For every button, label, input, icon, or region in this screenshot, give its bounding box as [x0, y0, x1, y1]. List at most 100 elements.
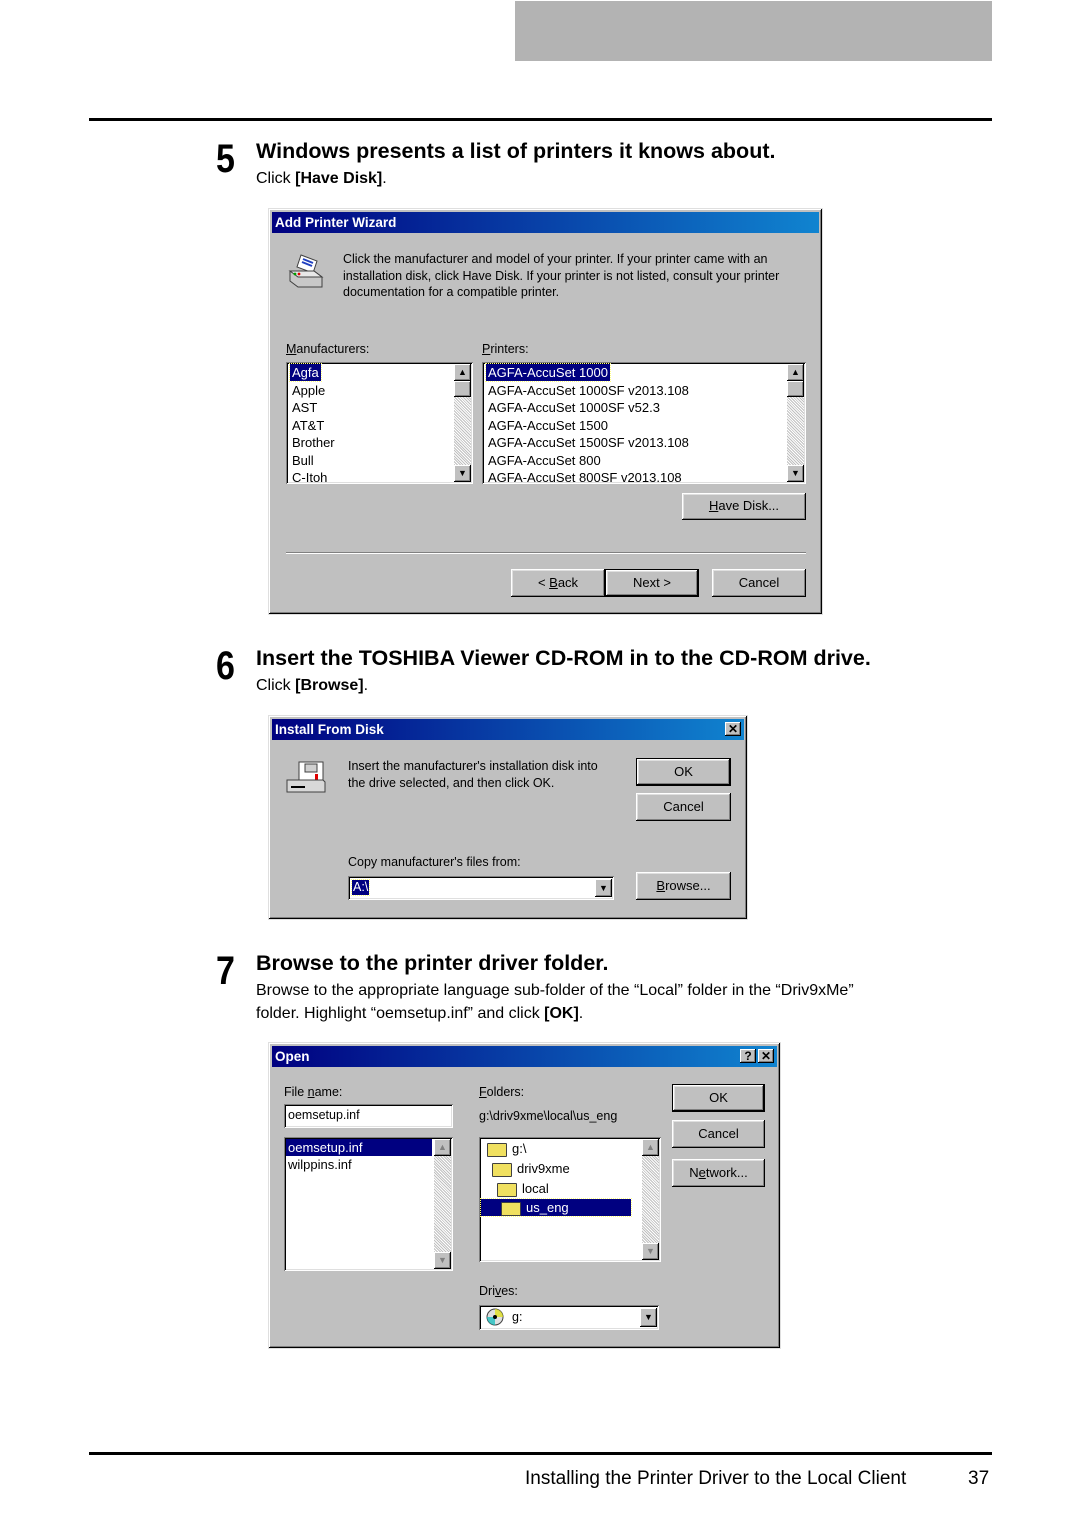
- list-item[interactable]: wilppins.inf: [286, 1156, 354, 1173]
- list-item[interactable]: AGFA-AccuSet 1500: [486, 417, 610, 434]
- instruction-button-ref: [Browse]: [295, 677, 364, 694]
- scroll-up-button[interactable]: ▲: [642, 1139, 659, 1156]
- accelerator: F: [479, 1085, 487, 1099]
- printers-label: Printers:: [482, 342, 529, 356]
- back-button[interactable]: < Back: [511, 569, 605, 597]
- scroll-down-button[interactable]: ▼: [434, 1252, 451, 1269]
- drives-label: Drives:: [479, 1284, 518, 1298]
- step-6-title: Insert the TOSHIBA Viewer CD-ROM in to t…: [256, 646, 871, 670]
- scroll-thumb[interactable]: [787, 381, 804, 397]
- browse-button[interactable]: Browse...: [636, 872, 731, 900]
- title-bar: Install From Disk ✕: [272, 719, 744, 740]
- scroll-up-button[interactable]: ▲: [787, 364, 804, 381]
- scrollbar[interactable]: ▲ ▼: [642, 1139, 659, 1260]
- scrollbar[interactable]: ▲ ▼: [454, 364, 471, 482]
- scroll-down-button[interactable]: ▼: [454, 465, 471, 482]
- folder-item[interactable]: us_eng: [480, 1198, 632, 1217]
- file-list[interactable]: oemsetup.inf wilppins.inf ▲ ▼: [284, 1137, 453, 1271]
- button-label: <: [537, 575, 550, 590]
- step-5-title: Windows presents a list of printers it k…: [256, 139, 776, 163]
- close-icon[interactable]: ✕: [725, 722, 741, 736]
- install-from-disk-dialog: Install From Disk ✕ Insert the manufactu…: [268, 715, 748, 920]
- title-bar: Open ? ✕: [272, 1046, 777, 1067]
- instruction-text: .: [578, 1005, 584, 1022]
- cancel-button[interactable]: Cancel: [636, 793, 731, 821]
- have-disk-button[interactable]: Have Disk...: [682, 493, 806, 520]
- drives-combobox[interactable]: g: ▼: [479, 1305, 659, 1330]
- list-item[interactable]: AGFA-AccuSet 800: [486, 452, 603, 469]
- file-name-value[interactable]: oemsetup.inf: [288, 1108, 360, 1123]
- button-label: rowse...: [665, 878, 711, 893]
- page-number: 37: [968, 1468, 990, 1489]
- manufacturers-list[interactable]: Agfa Apple AST AT&T Brother Bull C-Itoh …: [286, 362, 473, 484]
- accelerator: e: [698, 1165, 706, 1180]
- scroll-up-button[interactable]: ▲: [434, 1139, 451, 1156]
- label-text: File: [284, 1085, 308, 1099]
- accelerator: M: [286, 342, 297, 356]
- ok-button[interactable]: OK: [672, 1084, 765, 1112]
- separator: [286, 552, 806, 554]
- instruction-text: Browse to the appropriate language sub-f…: [256, 982, 854, 999]
- instruction-text: folder. Highlight “oemsetup.inf” and cli…: [256, 1005, 545, 1022]
- bottom-rule: [89, 1452, 992, 1455]
- scroll-thumb[interactable]: [454, 381, 471, 397]
- next-button[interactable]: Next >: [605, 569, 699, 597]
- cancel-button[interactable]: Cancel: [712, 569, 806, 597]
- cd-drive-icon: [486, 1308, 504, 1326]
- scroll-down-button[interactable]: ▼: [787, 465, 804, 482]
- accelerator: n: [307, 1085, 315, 1099]
- instruction-text: .: [363, 677, 369, 694]
- button-label: ack: [557, 575, 579, 590]
- folder-open-icon: [501, 1201, 521, 1216]
- folder-item[interactable]: g:\: [485, 1140, 528, 1157]
- footer-section-title: Installing the Printer Driver to the Loc…: [525, 1468, 907, 1489]
- list-item[interactable]: AGFA-AccuSet 1500SF v2013.108: [486, 434, 691, 451]
- folder-item[interactable]: local: [495, 1180, 551, 1197]
- open-dialog: Open ? ✕ File name: oemsetup.inf oemsetu…: [268, 1042, 781, 1349]
- list-item[interactable]: AGFA-AccuSet 1000SF v52.3: [486, 399, 662, 416]
- step-7-title: Browse to the printer driver folder.: [256, 951, 609, 975]
- list-item[interactable]: oemsetup.inf: [286, 1139, 432, 1156]
- scrollbar[interactable]: ▲ ▼: [787, 364, 804, 482]
- button-label: twork...: [705, 1165, 748, 1180]
- network-button[interactable]: Network...: [672, 1159, 765, 1187]
- folder-tree[interactable]: g:\ driv9xme local us_eng ▲ ▼: [479, 1137, 661, 1262]
- close-icon[interactable]: ✕: [758, 1049, 774, 1063]
- dropdown-arrow-icon[interactable]: ▼: [595, 879, 612, 897]
- copy-from-value[interactable]: A:\: [350, 879, 371, 896]
- file-name-label: File name:: [284, 1085, 342, 1099]
- scroll-up-button[interactable]: ▲: [454, 364, 471, 381]
- list-item[interactable]: AGFA-AccuSet 800SF v2013.108: [486, 469, 684, 484]
- ok-button[interactable]: OK: [636, 758, 731, 786]
- help-icon[interactable]: ?: [740, 1049, 756, 1063]
- folder-open-icon: [492, 1162, 512, 1177]
- list-item[interactable]: C-Itoh: [290, 469, 329, 484]
- dialog-title: Install From Disk: [275, 722, 384, 737]
- list-item[interactable]: AST: [290, 399, 319, 416]
- install-message: Insert the manufacturer's installation d…: [348, 758, 598, 792]
- folders-label: Folders:: [479, 1085, 524, 1099]
- label-text: olders:: [486, 1085, 525, 1099]
- dropdown-arrow-icon[interactable]: ▼: [640, 1308, 657, 1327]
- label-text: anufacturers:: [296, 342, 370, 356]
- instruction-button-ref: [OK]: [544, 1005, 579, 1022]
- list-item[interactable]: AGFA-AccuSet 1000: [485, 363, 611, 382]
- list-item[interactable]: Apple: [290, 382, 327, 399]
- copy-from-combobox[interactable]: A:\ ▼: [348, 876, 614, 900]
- cancel-button[interactable]: Cancel: [672, 1120, 765, 1148]
- scroll-down-button[interactable]: ▼: [642, 1243, 659, 1260]
- file-name-input[interactable]: oemsetup.inf: [284, 1104, 453, 1128]
- list-item[interactable]: AT&T: [290, 417, 326, 434]
- list-item[interactable]: Brother: [290, 434, 337, 451]
- current-path: g:\driv9xme\local\us_eng: [479, 1109, 618, 1123]
- label-text: es:: [501, 1284, 518, 1298]
- scrollbar[interactable]: ▲ ▼: [434, 1139, 451, 1269]
- step-6-instruction: Click [Browse].: [256, 674, 368, 697]
- instruction-line: installation disk, click Have Disk. If y…: [343, 268, 780, 283]
- list-item[interactable]: AGFA-AccuSet 1000SF v2013.108: [486, 382, 691, 399]
- list-item[interactable]: Agfa: [289, 363, 322, 382]
- list-item[interactable]: Bull: [290, 452, 316, 469]
- printers-list[interactable]: AGFA-AccuSet 1000 AGFA-AccuSet 1000SF v2…: [482, 362, 806, 484]
- instruction-text: Click: [256, 170, 296, 187]
- folder-item[interactable]: driv9xme: [490, 1160, 572, 1177]
